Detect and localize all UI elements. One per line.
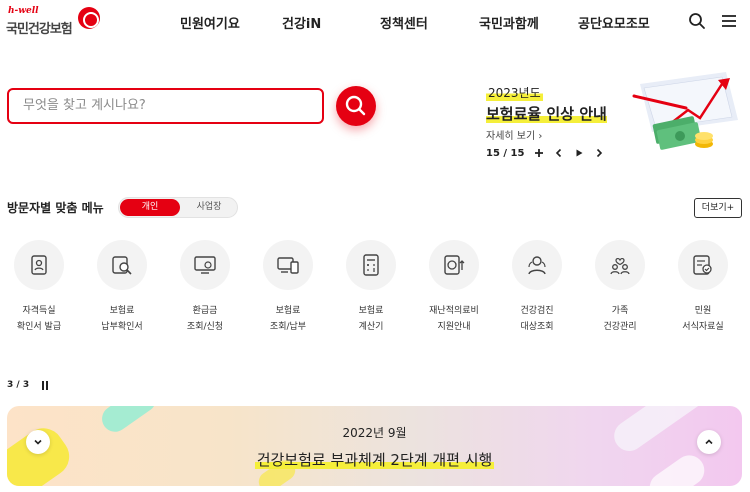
search-button[interactable] <box>336 86 376 126</box>
service-label: 민원 서식자료실 <box>682 306 724 332</box>
devices-icon <box>277 257 299 274</box>
service-icon-circle <box>678 240 728 290</box>
play-icon[interactable] <box>574 148 584 158</box>
service-item-premium-inquiry[interactable]: 보험료 조회/납부 <box>256 240 320 340</box>
nav-item-about[interactable]: 공단요모조모 <box>578 13 650 32</box>
hamburger-menu-icon[interactable] <box>720 12 738 30</box>
person-search-icon <box>528 256 546 275</box>
logo[interactable]: h-well 국민건강보험 <box>6 6 100 38</box>
service-label: 보험료 납부확인서 <box>101 306 143 332</box>
toggle-personal[interactable]: 개인 <box>120 199 180 216</box>
service-item-refund[interactable]: 환급금 조회/신청 <box>173 240 237 340</box>
service-label: 보험료 계산기 <box>358 306 384 332</box>
plus-icon[interactable] <box>534 148 544 158</box>
chevron-right-icon: › <box>538 131 543 142</box>
service-icon-circle <box>346 240 396 290</box>
monitor-won-icon <box>194 256 216 274</box>
visitor-menu-title: 방문자별 맞춤 메뉴 <box>7 201 104 215</box>
promo-page: 15 / 15 <box>486 147 525 159</box>
service-label: 환급금 조회/신청 <box>186 306 224 332</box>
rate-increase-illustration <box>632 72 738 150</box>
form-check-icon <box>693 255 712 275</box>
logo-sub: h-well <box>8 6 39 16</box>
search-input[interactable]: 무엇을 찾고 계시나요? <box>7 88 324 124</box>
service-label: 자격득실 확인서 발급 <box>16 306 62 332</box>
more-button[interactable]: 더보기+ <box>694 198 742 218</box>
search-icon[interactable] <box>688 12 706 30</box>
service-item-health-checkup[interactable]: 건강검진 대상조회 <box>505 240 569 340</box>
nav-item-minwon[interactable]: 민원여기요 <box>180 13 240 32</box>
service-icon-circle <box>14 240 64 290</box>
visitor-type-toggle: 개인 사업장 <box>118 197 238 218</box>
service-label: 건강검진 대상조회 <box>520 306 554 332</box>
nav-item-policy[interactable]: 정책센터 <box>380 13 428 32</box>
service-label: 가족 건강관리 <box>603 306 637 332</box>
service-item-forms[interactable]: 민원 서식자료실 <box>671 240 735 340</box>
service-item-qualification[interactable]: 자격득실 확인서 발급 <box>7 240 71 340</box>
service-item-payment-certificate[interactable]: 보험료 납부확인서 <box>90 240 154 340</box>
promo-detail-link[interactable]: 자세히 보기 › <box>486 127 542 142</box>
header: h-well 국민건강보험 민원여기요 건강iN 정책센터 국민과함께 공단요모… <box>0 0 750 44</box>
service-icon-circle <box>97 240 147 290</box>
service-item-calculator[interactable]: 보험료 계산기 <box>339 240 403 340</box>
logo-name: 국민건강보험 <box>6 22 73 37</box>
banner-page: 3 / 3 <box>7 380 30 390</box>
promo-detail-label: 자세히 보기 <box>486 131 536 142</box>
id-card-icon <box>31 255 47 275</box>
service-icon-circle <box>429 240 479 290</box>
chevron-left-icon[interactable] <box>554 148 564 158</box>
logo-mark-icon <box>78 7 100 29</box>
pause-icon[interactable] <box>41 380 49 390</box>
service-label: 보험료 조회/납부 <box>269 306 307 332</box>
chevron-right-icon[interactable] <box>594 148 604 158</box>
banner-prev-button[interactable] <box>26 430 50 454</box>
notice-banner[interactable]: 2022년 9월 건강보험료 부과체계 2단계 개편 시행 <box>7 406 742 486</box>
chevron-up-icon <box>705 439 713 445</box>
won-support-icon <box>444 255 465 275</box>
family-icon <box>610 257 630 275</box>
service-icon-circle <box>263 240 313 290</box>
promo-year: 2023년도 <box>486 84 543 101</box>
banner-date: 2022년 9월 <box>342 426 407 440</box>
service-icon-circle <box>180 240 230 290</box>
banner-next-button[interactable] <box>697 430 721 454</box>
banner-title: 건강보험료 부과체계 2단계 개편 시행 <box>254 451 495 469</box>
nav-item-together[interactable]: 국민과함께 <box>479 13 539 32</box>
service-icon-circle <box>595 240 645 290</box>
toggle-business[interactable]: 사업장 <box>181 199 237 216</box>
service-label: 재난적의료비 지원안내 <box>429 306 479 332</box>
service-item-catastrophic-support[interactable]: 재난적의료비 지원안내 <box>422 240 486 340</box>
promo-title[interactable]: 보험료율 인상 안내 <box>486 103 607 124</box>
search-icon <box>345 95 366 116</box>
service-icon-circle <box>512 240 562 290</box>
nav-item-health-in[interactable]: 건강iN <box>282 13 321 32</box>
calculator-icon <box>363 254 379 276</box>
document-search-icon <box>112 256 132 275</box>
chevron-down-icon <box>34 439 42 445</box>
service-item-family-care[interactable]: 가족 건강관리 <box>588 240 652 340</box>
banner-pager: 3 / 3 <box>7 380 49 390</box>
promo-controls: 15 / 15 <box>486 146 604 160</box>
